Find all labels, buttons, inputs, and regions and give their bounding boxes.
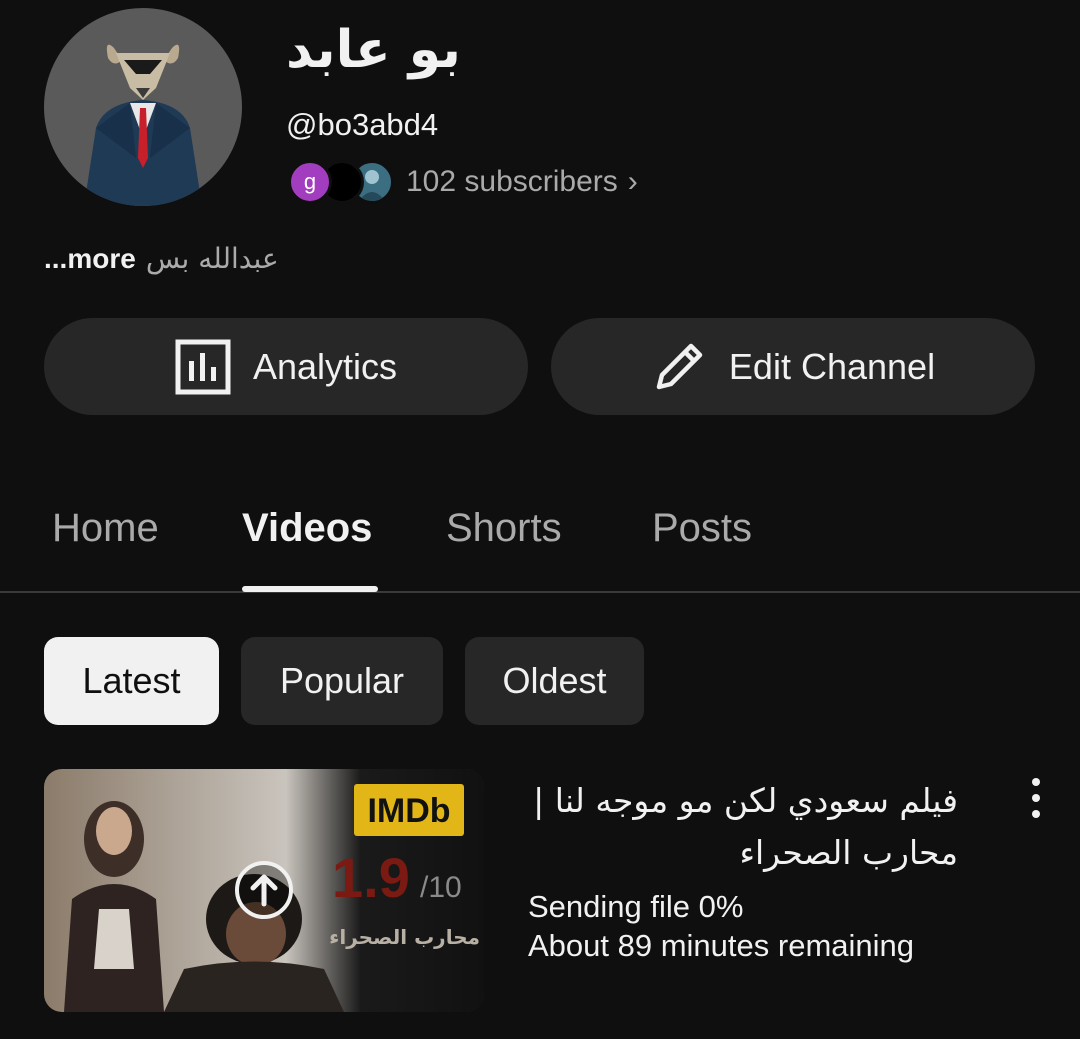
subscriber-count: 102 subscribers — [406, 165, 618, 198]
imdb-badge-text: IMDb — [367, 792, 450, 830]
more-link[interactable]: ...more — [44, 243, 136, 275]
tab-videos[interactable]: Videos — [242, 506, 372, 551]
video-title-line2: محارب الصحراء — [739, 833, 958, 872]
upload-time-remaining: About 89 minutes remaining — [528, 928, 915, 963]
channel-tabs: Home Videos Shorts Posts — [0, 480, 1080, 593]
edit-channel-label: Edit Channel — [728, 345, 936, 387]
channel-avatar[interactable] — [44, 8, 242, 206]
channel-description[interactable]: ...more عبدالله بس — [44, 242, 279, 275]
pencil-icon — [656, 343, 703, 389]
edit-channel-button[interactable]: Edit Channel — [551, 318, 1035, 415]
tab-shorts[interactable]: Shorts — [446, 506, 562, 551]
description-text: عبدالله بس — [145, 242, 279, 275]
upload-status: Sending file 0% About 89 minutes remaini… — [528, 887, 914, 965]
more-options-icon[interactable] — [1020, 778, 1052, 818]
subscriber-avatars: g — [288, 160, 394, 204]
chip-latest[interactable]: Latest — [44, 637, 219, 725]
video-thumbnail[interactable]: IMDb 1.9 /10 محارب الصحراء — [44, 769, 484, 1012]
tab-posts[interactable]: Posts — [652, 506, 752, 551]
analytics-label: Analytics — [252, 345, 398, 387]
svg-text:/10: /10 — [420, 871, 462, 904]
chip-popular[interactable]: Popular — [241, 637, 443, 725]
subscribers-row[interactable]: g 102 subscribers › — [288, 160, 638, 204]
upload-icon — [234, 860, 294, 920]
tab-home[interactable]: Home — [52, 506, 159, 551]
video-title-line1: فيلم سعودي لكن مو موجه لنا | — [533, 781, 958, 820]
svg-text:1.9: 1.9 — [332, 846, 410, 909]
video-title[interactable]: فيلم سعودي لكن مو موجه لنا | محارب الصحر… — [528, 775, 958, 879]
channel-page: بو عابد @bo3abd4 g 102 subscribers › ...… — [0, 0, 1080, 1039]
chip-oldest[interactable]: Oldest — [465, 637, 644, 725]
chevron-right-icon: › — [627, 165, 638, 198]
analytics-button[interactable]: Analytics — [44, 318, 528, 415]
channel-handle: @bo3abd4 — [286, 107, 439, 142]
subscriber-avatar: g — [288, 160, 332, 204]
channel-name: بو عابد — [286, 20, 461, 80]
svg-text:محارب الصحراء: محارب الصحراء — [329, 925, 480, 949]
upload-progress-text: Sending file 0% — [528, 889, 744, 924]
analytics-icon — [175, 339, 231, 394]
avatar-illustration — [84, 44, 202, 206]
active-tab-indicator — [242, 586, 378, 592]
